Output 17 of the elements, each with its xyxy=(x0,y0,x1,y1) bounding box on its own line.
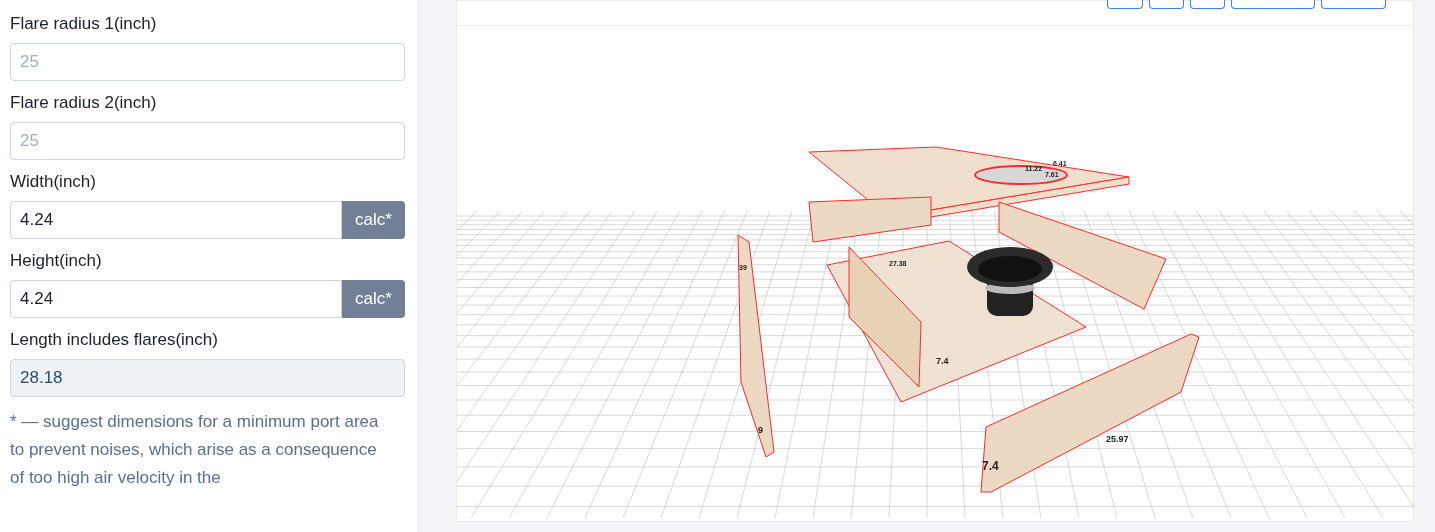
calc-button[interactable]: calc* xyxy=(342,280,405,318)
field-label: Height(inch) xyxy=(10,250,103,272)
field-label: Width(inch) xyxy=(10,171,97,193)
readonly-field[interactable]: 28.18 xyxy=(10,359,405,397)
dimension-label: 7.4 xyxy=(982,459,999,473)
dimension-label: 9 xyxy=(758,425,763,435)
dimension-label: 7.4 xyxy=(936,356,949,366)
footnote-text: * — suggest dimensions for a minimum port area to prevent noises, which arise as a consequence of too high air velocity in the xyxy=(10,411,380,489)
text-field[interactable]: 4.24 xyxy=(10,201,342,239)
text-field[interactable]: 4.24 xyxy=(10,280,342,318)
dimension-label: 25.97 xyxy=(1106,434,1129,444)
field-label: Flare radius 2(inch) xyxy=(10,92,158,114)
calc-button[interactable]: calc* xyxy=(342,201,405,239)
field-label: Flare radius 1(inch) xyxy=(10,13,158,35)
field-label: Length includes flares(inch) xyxy=(10,329,219,351)
text-field[interactable]: 25 xyxy=(10,43,405,81)
text-field[interactable]: 25 xyxy=(10,122,405,160)
